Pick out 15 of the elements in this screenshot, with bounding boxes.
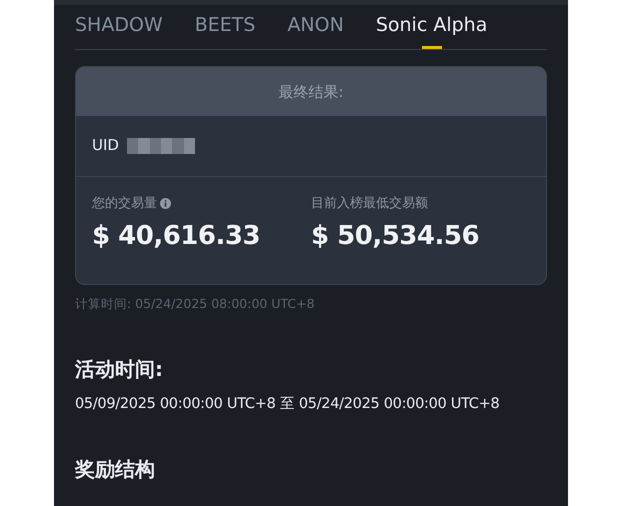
card-title: 最终结果: [76,66,546,116]
section-title: 活动时间: [75,356,164,384]
tab[interactable]: Sonic Alpha [376,5,488,49]
stat-label: 目前入榜最低交易额 [311,194,428,213]
tab[interactable]: BEETS [194,5,256,49]
tab[interactable]: SHADOW [75,5,163,49]
info-icon[interactable] [160,198,171,210]
stat-value: $ 50,534.56 [311,220,480,254]
calculation-time: 计算时间: 05/24/2025 08:00:00 UTC+8 [75,295,316,314]
tab[interactable]: ANON [287,5,344,49]
section-title: 奖励结构 [75,456,156,483]
uid-label: UID [92,135,119,156]
activity-period: 05/09/2025 00:00:00 UTC+8 至 05/24/2025 00:00:00 UTC+8 [75,395,500,414]
stat-value: $ 40,616.33 [92,220,262,254]
stat-label: 您的交易量 [92,194,157,213]
